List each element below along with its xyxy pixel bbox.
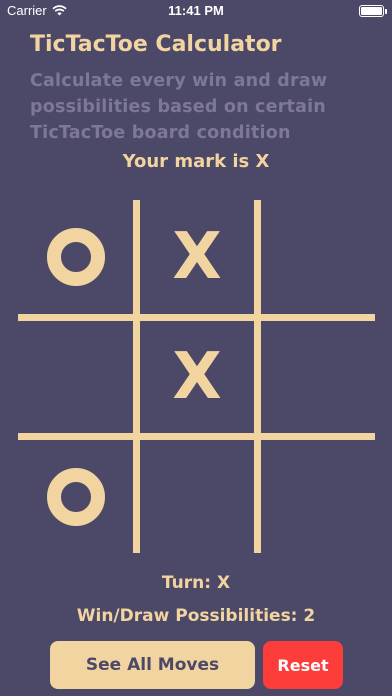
board-cell-7[interactable] bbox=[18, 440, 133, 553]
status-time: 11:41 PM bbox=[168, 3, 224, 18]
your-mark-label: Your mark is X bbox=[122, 151, 270, 172]
battery-fill bbox=[361, 7, 382, 15]
board-cell-3[interactable] bbox=[261, 200, 375, 314]
app-title: TicTacToe Calculator bbox=[30, 32, 282, 57]
board-cell-2[interactable]: X bbox=[140, 200, 254, 314]
grid-line-v2 bbox=[254, 200, 261, 553]
status-bar: Carrier 11:41 PM bbox=[0, 0, 392, 22]
app-subtitle: Calculate every win and draw possibiliti… bbox=[30, 71, 328, 143]
battery-icon bbox=[359, 5, 387, 17]
board-cell-6[interactable] bbox=[261, 321, 375, 433]
board-cell-4[interactable] bbox=[18, 321, 133, 433]
grid-line-v1 bbox=[133, 200, 140, 553]
reset-button[interactable]: Reset bbox=[263, 641, 343, 689]
grid-line-h2 bbox=[18, 433, 375, 440]
possibilities-label: Win/Draw Possibilities: 2 bbox=[76, 606, 316, 626]
x-mark: X bbox=[172, 340, 222, 414]
see-all-moves-button[interactable]: See All Moves bbox=[50, 641, 255, 689]
x-mark: X bbox=[172, 220, 222, 294]
board-cell-8[interactable] bbox=[140, 440, 254, 553]
board-cell-9[interactable] bbox=[261, 440, 375, 553]
o-mark bbox=[46, 467, 105, 526]
board-cell-1[interactable] bbox=[18, 200, 133, 314]
turn-label: Turn: X bbox=[161, 573, 231, 593]
o-mark bbox=[46, 228, 105, 286]
board-cell-5[interactable]: X bbox=[140, 321, 254, 433]
grid-line-h1 bbox=[18, 314, 375, 321]
